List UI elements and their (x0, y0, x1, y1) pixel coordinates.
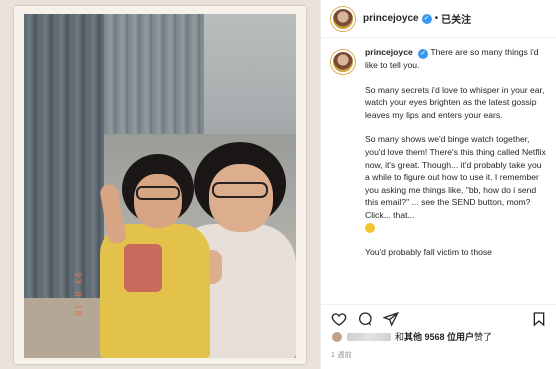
smile-emoji-icon (365, 223, 375, 234)
heart-icon[interactable] (331, 311, 347, 327)
caption-paragraph: So many secrets i'd love to whisper in y… (365, 84, 545, 120)
verified-badge-icon: ✓ (421, 13, 432, 24)
likes-suffix: 赞了 (474, 332, 493, 342)
likes-summary[interactable]: 和 其他 9568 位用户 赞了 (331, 330, 492, 343)
post-timestamp: 1 週前 (331, 352, 353, 359)
caption-row: princejoyce ✓ There are so many things i… (331, 46, 547, 271)
caption-text: princejoyce ✓ There are so many things i… (365, 46, 547, 271)
post-header: princejoyce ✓ • 已关注 (321, 0, 556, 38)
likes-count[interactable]: 其他 9568 位用户 (404, 330, 474, 343)
comment-icon[interactable] (357, 311, 373, 327)
liker-avatar (331, 330, 343, 343)
post-side-panel: princejoyce ✓ • 已关注 princejoyce ✓ There … (320, 0, 556, 369)
follow-button[interactable]: 已关注 (441, 11, 471, 26)
post-photo: 93 8 18 (24, 14, 296, 358)
caption-avatar[interactable] (331, 50, 355, 74)
share-icon[interactable] (383, 311, 399, 327)
caption-paragraph: You'd probably fall victim to those (365, 247, 492, 258)
likes-prefix: 和 (395, 332, 405, 342)
photo-toy (124, 244, 162, 292)
photo-date-stamp: 93 8 18 (72, 272, 82, 317)
avatar[interactable] (331, 6, 355, 31)
photo-mother-face (209, 164, 273, 232)
caption-paragraph: princejoyce ✓ There are so many things i… (365, 46, 547, 72)
header-separator: • (434, 13, 439, 24)
bookmark-icon[interactable] (531, 311, 547, 327)
photo-child-glasses (136, 186, 180, 200)
photo-curtain-back (104, 14, 204, 134)
caption-paragraph-text: So many shows we'd binge watch together,… (365, 134, 546, 220)
caption-area: princejoyce ✓ There are so many things i… (321, 46, 556, 298)
action-bar (321, 304, 556, 328)
verified-badge-icon: ✓ (418, 49, 429, 59)
photo-mother-glasses (212, 182, 268, 198)
caption-paragraph: So many shows we'd binge watch together,… (365, 133, 547, 234)
caption-username[interactable]: princejoyce (365, 47, 413, 57)
liker-name-blurred (347, 332, 391, 341)
header-username[interactable]: princejoyce (363, 13, 419, 24)
photo-frame: 93 8 18 (14, 6, 306, 364)
post-media[interactable]: 93 8 18 (0, 0, 320, 369)
photo-child-face (134, 174, 182, 228)
